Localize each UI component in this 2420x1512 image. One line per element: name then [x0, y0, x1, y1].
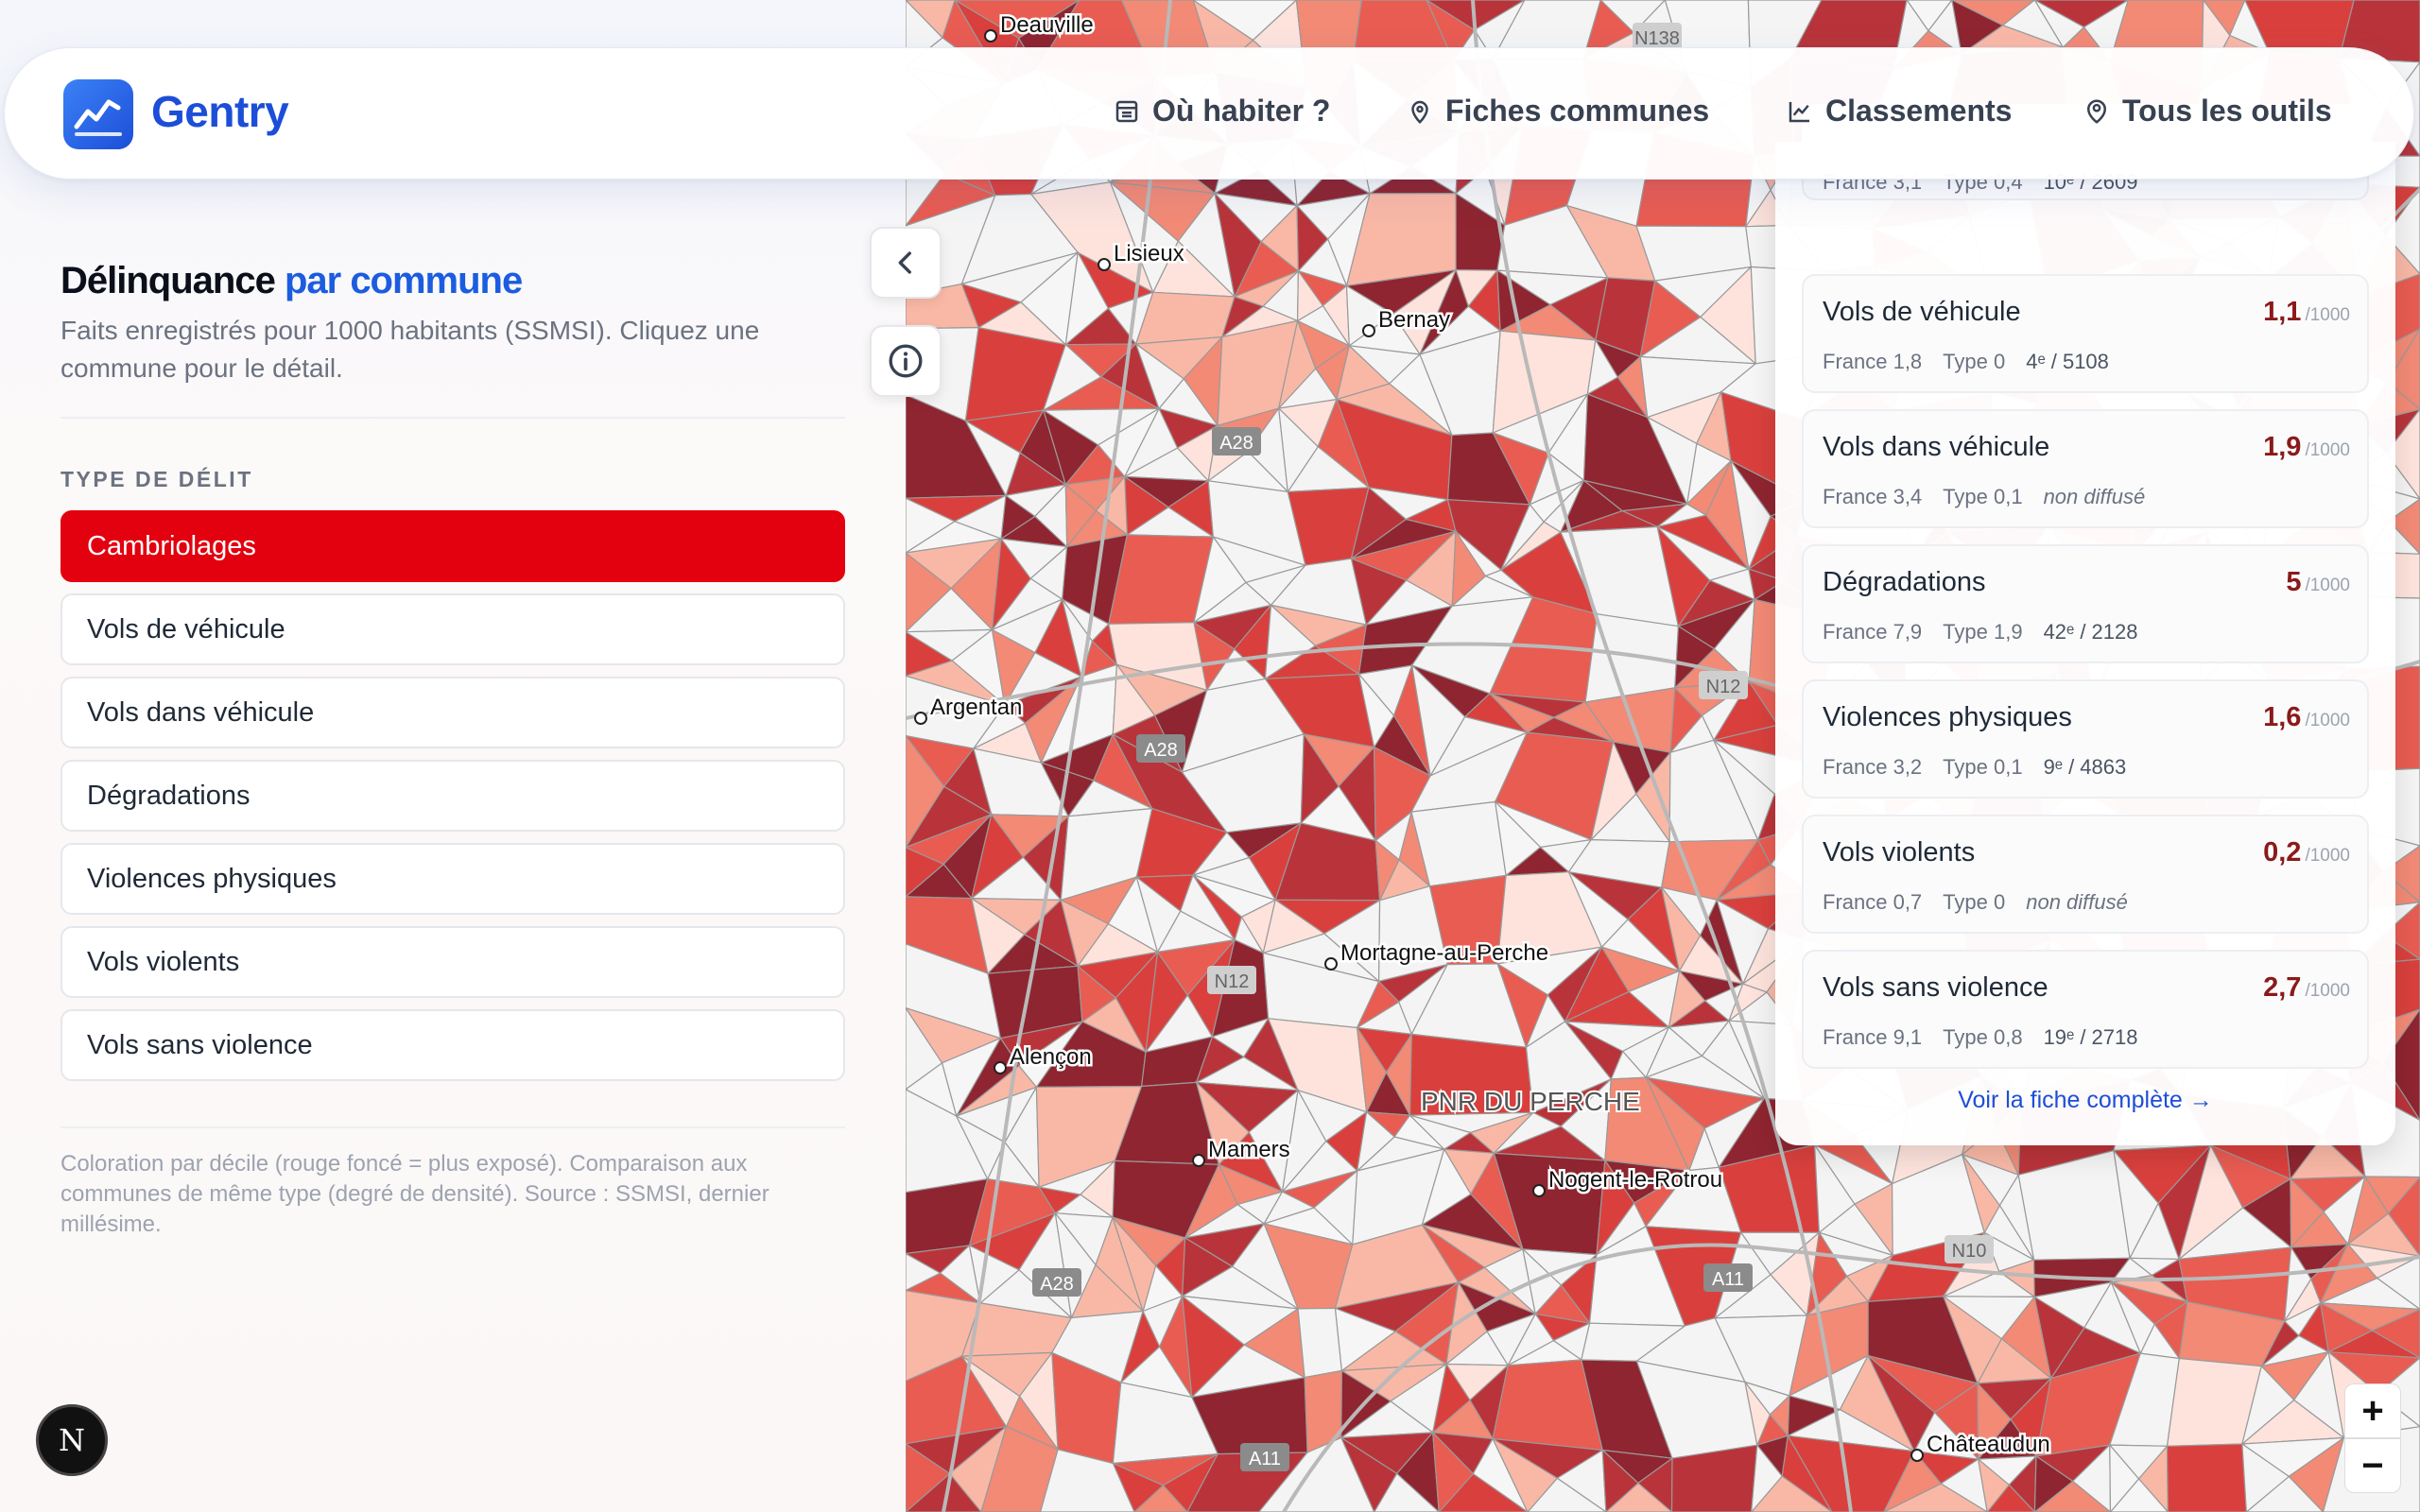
- road-shield: N12: [1699, 671, 1748, 699]
- stat-name: Violences physiques: [1823, 702, 2072, 732]
- svg-text:A11: A11: [1249, 1449, 1281, 1469]
- crime-type-option[interactable]: Dégradations: [60, 760, 845, 832]
- svg-text:A28: A28: [1219, 433, 1253, 454]
- city-label: Argentan: [930, 695, 1022, 720]
- stat-name: Dégradations: [1823, 567, 1986, 597]
- user-pin-icon: [2086, 99, 2107, 124]
- nav-commune-sheets[interactable]: Fiches communes: [1406, 94, 1709, 129]
- road-shield: A28: [1212, 427, 1261, 455]
- crime-type-option[interactable]: Vols de véhicule: [60, 593, 845, 665]
- info-button[interactable]: [870, 325, 942, 397]
- stat-card: Vols de véhicule 1,1/1000 France 1,8 Type 0…: [1802, 274, 2369, 393]
- commune-shape[interactable]: [1134, 291, 1236, 345]
- logo[interactable]: [63, 79, 133, 149]
- city-marker: [1910, 1449, 1924, 1462]
- stat-card: Vols dans véhicule 1,9/1000 France 3,4 Type…: [1802, 409, 2369, 528]
- stat-name: Vols violents: [1823, 837, 1976, 868]
- footnote: Coloration par décile (rouge foncé = plu…: [60, 1151, 769, 1237]
- stat-name: Vols de véhicule: [1823, 297, 2021, 327]
- stat-comparison: France 7,9 Type 1,9 42ᵉ / 2128: [1823, 620, 2138, 644]
- park-label: PNR DU PERCHE: [1421, 1087, 1640, 1116]
- stat-value: 2,7/1000: [2263, 972, 2350, 1003]
- dev-badge[interactable]: N: [36, 1404, 108, 1476]
- city-label: Bernay: [1378, 307, 1450, 333]
- city-marker: [914, 712, 927, 725]
- stat-card: Dégradations 5/1000 France 7,9 Type 1,9 42ᵉ …: [1802, 544, 2369, 663]
- zoom-in-button[interactable]: +: [2344, 1383, 2401, 1438]
- svg-text:A28: A28: [1144, 740, 1178, 761]
- stat-value: 5/1000: [2286, 567, 2350, 597]
- crime-type-option[interactable]: Violences physiques: [60, 843, 845, 915]
- city-marker: [1532, 1184, 1546, 1197]
- section-label: TYPE DE DÉLIT: [60, 467, 253, 491]
- brand-name[interactable]: Gentry: [151, 86, 289, 137]
- stat-name: Vols sans violence: [1823, 972, 2048, 1003]
- stat-card: Vols violents 0,2/1000 France 0,7 Type 0 non…: [1802, 815, 2369, 934]
- nav-all-tools[interactable]: Tous les outils: [2083, 94, 2332, 129]
- commune-shape[interactable]: [2166, 1443, 2248, 1512]
- stat-comparison: France 3,2 Type 0,1 9ᵉ / 4863: [1823, 755, 2127, 779]
- city-label: Mortagne-au-Perche: [1340, 940, 1548, 966]
- stat-card: Violences physiques 1,6/1000 France 3,2 Typ…: [1802, 679, 2369, 799]
- stat-comparison: France 0,7 Type 0 non diffusé: [1823, 890, 2128, 914]
- stat-comparison: France 9,1 Type 0,8 19ᵉ / 2718: [1823, 1025, 2138, 1049]
- zoom-out-button[interactable]: −: [2344, 1438, 2401, 1493]
- stat-card: Vols sans violence 2,7/1000 France 9,1 Type…: [1802, 950, 2369, 1069]
- page-title: Délinquance par commune: [60, 260, 523, 301]
- city-label: Alençon: [1010, 1044, 1092, 1070]
- city-label: Nogent-le-Rotrou: [1548, 1167, 1722, 1193]
- map-pin-icon: [1411, 100, 1428, 124]
- city-marker: [984, 29, 997, 43]
- chart-icon: [1789, 101, 1809, 122]
- road-shield: A11: [1240, 1443, 1289, 1471]
- stat-comparison: France 3,4 Type 0,1 non diffusé: [1823, 485, 2146, 508]
- crime-type-option[interactable]: Vols violents: [60, 926, 845, 998]
- nav-rankings[interactable]: Classements: [1786, 94, 2012, 129]
- divider: [60, 1126, 845, 1128]
- filter-panel: Délinquance par commune Faits enregistré…: [0, 0, 906, 1512]
- crime-type-option[interactable]: Vols sans violence: [60, 1009, 845, 1081]
- road-shield: A28: [1032, 1268, 1081, 1297]
- road-shield: A11: [1703, 1263, 1753, 1292]
- city-marker: [1324, 957, 1338, 971]
- city-label: Châteaudun: [1927, 1432, 2050, 1457]
- info-icon: [889, 344, 923, 378]
- svg-text:A28: A28: [1040, 1274, 1074, 1295]
- stat-comparison: France 1,8 Type 0 4ᵉ / 5108: [1823, 350, 2109, 373]
- stat-value: 1,9/1000: [2263, 432, 2350, 462]
- collapse-panel-button[interactable]: [870, 227, 942, 299]
- city-marker: [1192, 1154, 1205, 1167]
- crime-type-option[interactable]: Vols dans véhicule: [60, 677, 845, 748]
- svg-text:N138: N138: [1634, 28, 1680, 49]
- road-shield: A28: [1136, 734, 1185, 763]
- city-label: Mamers: [1208, 1137, 1290, 1162]
- full-profile-link[interactable]: Voir la fiche complète →: [1775, 1087, 2395, 1114]
- svg-text:A11: A11: [1712, 1269, 1744, 1290]
- stat-value: 1,1/1000: [2263, 297, 2350, 327]
- svg-text:N10: N10: [1952, 1241, 1987, 1262]
- nav-where-to-live[interactable]: Où habiter ?: [1113, 94, 1330, 129]
- road-shield: N12: [1207, 966, 1256, 994]
- city-marker: [1362, 324, 1375, 337]
- svg-text:N12: N12: [1706, 677, 1741, 697]
- divider: [60, 417, 845, 419]
- stat-value: 0,2/1000: [2263, 837, 2350, 868]
- trend-logo-icon: [74, 99, 122, 136]
- road-shield: N10: [1945, 1235, 1994, 1263]
- chevron-left-icon: [898, 251, 911, 274]
- city-marker: [994, 1061, 1007, 1074]
- commune-detail-card: France 3,1 Type 0,4 10ᵉ / 2609 Vols de véh…: [1775, 104, 2395, 1145]
- page-subtitle: Faits enregistrés pour 1000 habitants (S…: [60, 316, 760, 383]
- stat-name: Vols dans véhicule: [1823, 432, 2050, 462]
- crime-type-option[interactable]: Cambriolages: [60, 510, 845, 582]
- top-navbar: Gentry Où habiter ? Fiches communes Clas…: [4, 47, 2414, 180]
- city-label: Lisieux: [1114, 241, 1184, 266]
- stat-value: 1,6/1000: [2263, 702, 2350, 732]
- svg-text:N12: N12: [1215, 971, 1250, 992]
- city-label: Deauville: [1000, 12, 1094, 38]
- building-icon: [1115, 100, 1138, 122]
- commune-shape[interactable]: [1297, 1307, 1343, 1379]
- city-marker: [1098, 258, 1111, 271]
